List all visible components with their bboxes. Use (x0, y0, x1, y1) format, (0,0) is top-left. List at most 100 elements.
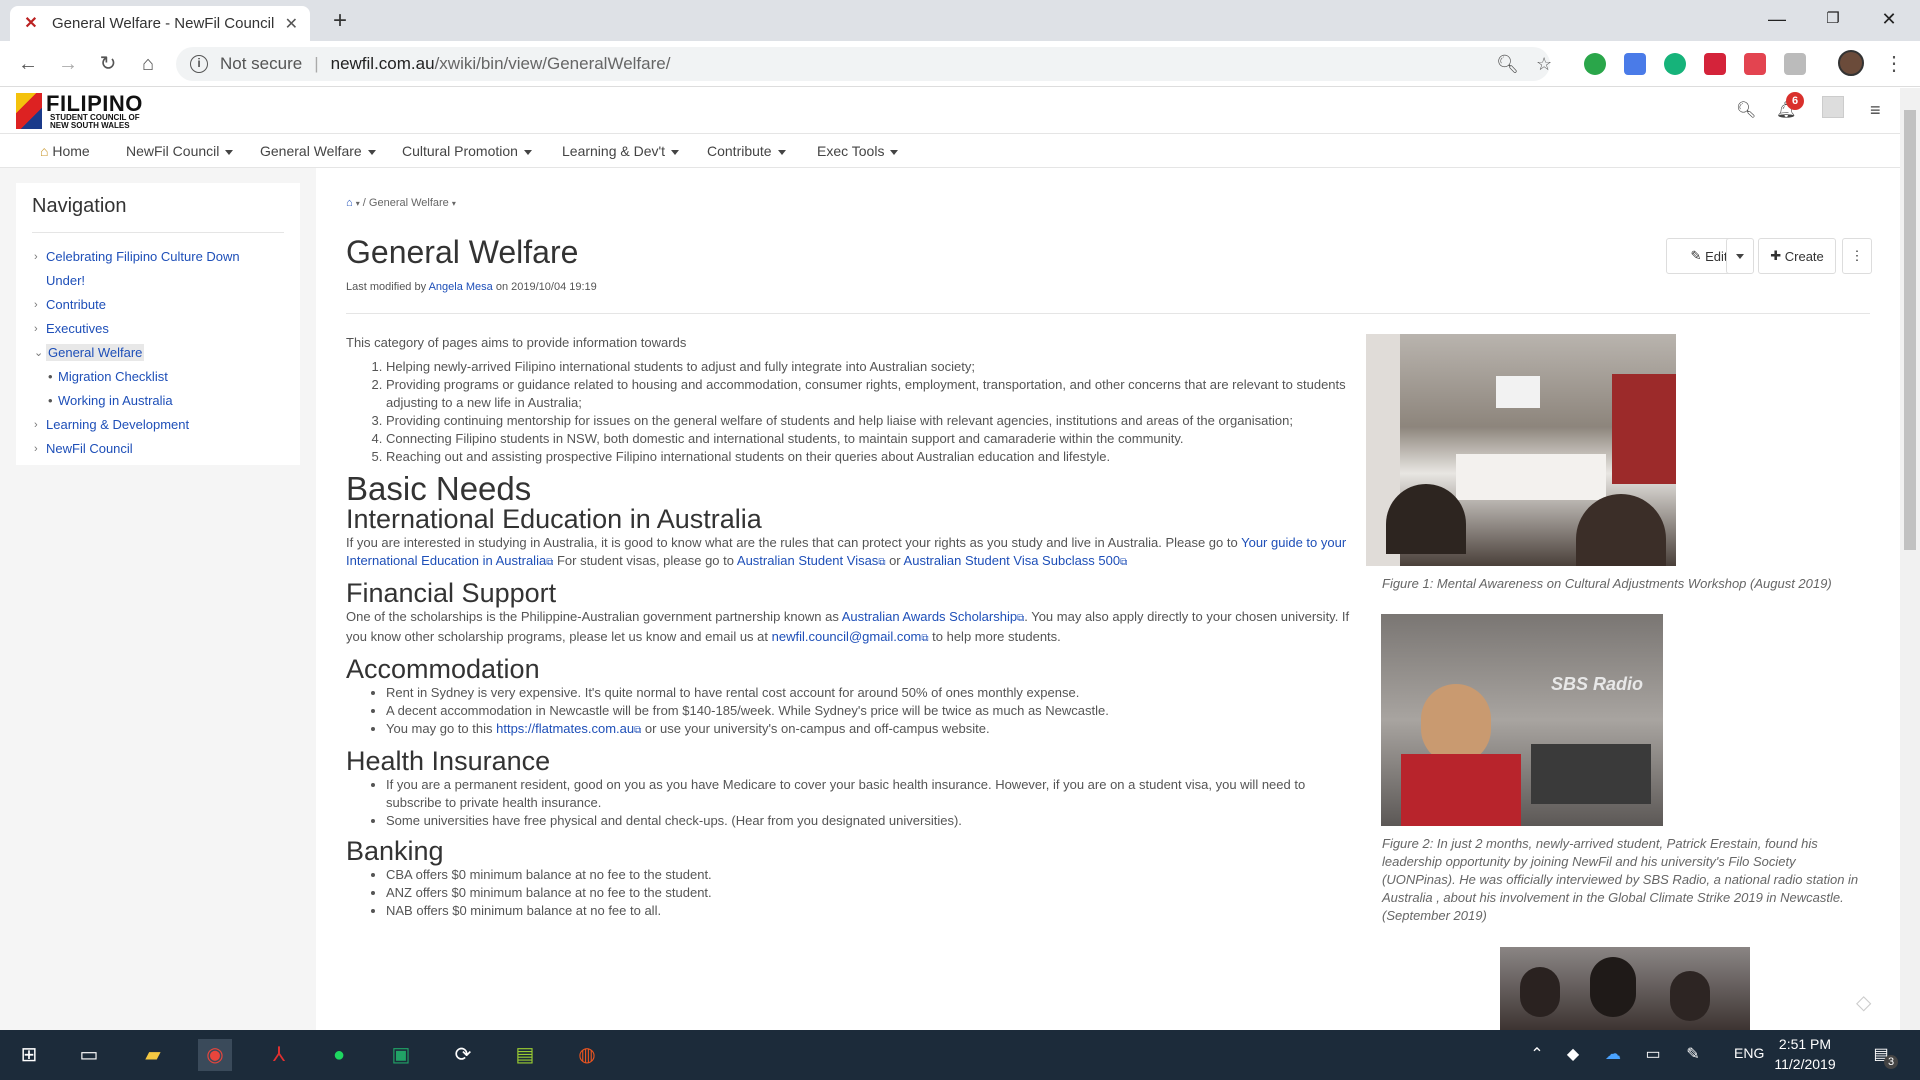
nav-item-celebrating[interactable]: › Celebrating Filipino Culture Down Under! (32, 245, 284, 293)
menu-item-contribute[interactable]: Contribute (707, 143, 786, 159)
nav-item-executives[interactable]: › Executives (32, 317, 284, 341)
zoom-icon[interactable]: 🔍︎ (1496, 54, 1519, 75)
minimize-button[interactable]: — (1754, 4, 1800, 34)
reload-button[interactable]: ↻ (94, 50, 122, 78)
figure-1-image (1366, 334, 1676, 566)
edit-dropdown-button[interactable] (1726, 238, 1754, 274)
heading-basic-needs: Basic Needs (346, 470, 532, 507)
breadcrumb-item[interactable]: General Welfare (369, 197, 449, 209)
plus-extension-icon[interactable] (1744, 53, 1766, 75)
restore-button[interactable]: ❐ (1810, 4, 1856, 34)
external-link-icon: ⧉ (1120, 557, 1128, 568)
more-actions-button[interactable]: ⋮ (1842, 238, 1872, 274)
new-tab-button[interactable]: + (326, 8, 354, 36)
system-clock[interactable]: 2:51 PM 11/2/2019 (1760, 1034, 1850, 1074)
not-secure-label: Not secure (220, 54, 303, 73)
nav-item-working-in-australia[interactable]: • Working in Australia (32, 389, 284, 413)
heading-health-insurance: Health Insurance (346, 746, 551, 776)
author-link[interactable]: Angela Mesa (429, 281, 493, 293)
nav-item-contribute[interactable]: › Contribute (32, 293, 284, 317)
grammarly-extension-icon[interactable] (1664, 53, 1686, 75)
intro-text: This category of pages aims to provide i… (346, 335, 687, 350)
list-item: NAB offers $0 minimum balance at no fee … (386, 902, 1356, 920)
bullet-icon: • (48, 369, 53, 384)
menu-item-learning-dev[interactable]: Learning & Dev't (562, 143, 680, 159)
excel-icon[interactable]: ▣ (384, 1039, 418, 1071)
logo-sub-text: STUDENT COUNCIL OF NEW SOUTH WALES (50, 113, 140, 130)
translate-extension-icon[interactable] (1624, 53, 1646, 75)
close-tab-icon[interactable]: ✕ (285, 14, 298, 34)
red-extension-icon[interactable] (1704, 53, 1726, 75)
nav-item-newfil-council[interactable]: › NewFil Council (32, 437, 284, 461)
chevron-right-icon[interactable]: › (34, 245, 38, 269)
accommodation-list: Rent in Sydney is very expensive. It's q… (386, 684, 1356, 740)
address-bar[interactable]: i Not secure | newfil.com.au/xwiki/bin/v… (176, 47, 1552, 81)
navigation-title: Navigation (32, 195, 284, 233)
back-button[interactable]: ← (14, 50, 42, 78)
info-icon[interactable]: i (190, 55, 208, 73)
acrobat-icon[interactable]: ⅄ (262, 1039, 296, 1071)
windows-taskbar: ⊞ ▭ ▰ ◉ ⅄ ● ▣ ⟳ ▤ ◍ ⌃ ◆ ☁ ▭ ✎ ENG 2:51 P… (0, 1030, 1920, 1080)
home-icon[interactable]: ⌂ (134, 50, 162, 78)
spotify-icon[interactable]: ● (322, 1039, 356, 1071)
windows-start-icon[interactable]: ⊞ (12, 1039, 46, 1071)
flatmates-link[interactable]: https://flatmates.com.au (496, 721, 634, 736)
visa-subclass-link[interactable]: Australian Student Visa Subclass 500 (904, 553, 1121, 568)
task-view-icon[interactable]: ▭ (72, 1039, 106, 1071)
nav-item-migration-checklist[interactable]: • Migration Checklist (32, 365, 284, 389)
list-item: Rent in Sydney is very expensive. It's q… (386, 684, 1356, 702)
breadcrumb: ⌂ ▾ / General Welfare ▾ (346, 197, 456, 209)
list-item: ANZ offers $0 minimum balance at no fee … (386, 884, 1356, 902)
menu-item-general-welfare[interactable]: General Welfare (260, 143, 376, 159)
bookmark-star-icon[interactable]: ☆ (1536, 54, 1552, 75)
onedrive-icon[interactable]: ☁ (1596, 1039, 1630, 1071)
address-separator: | (314, 54, 319, 73)
close-window-button[interactable]: ✕ (1866, 4, 1912, 34)
site-logo[interactable]: FILIPINO STUDENT COUNCIL OF NEW SOUTH WAL… (16, 91, 144, 131)
file-explorer-icon[interactable]: ▰ (136, 1039, 170, 1071)
list-item: Some universities have free physical and… (386, 812, 1356, 830)
financial-paragraph: One of the scholarships is the Philippin… (346, 609, 1350, 644)
user-avatar-icon[interactable] (1822, 96, 1844, 118)
menu-item-home[interactable]: ⌂ Home (40, 143, 90, 159)
search-icon[interactable]: 🔍︎ (1736, 100, 1756, 120)
email-link[interactable]: newfil.council@gmail.com (772, 629, 922, 644)
show-hidden-icons-icon[interactable]: ⌃ (1520, 1039, 1554, 1071)
nav-item-learning-development[interactable]: › Learning & Development (32, 413, 284, 437)
chevron-right-icon[interactable]: › (34, 437, 38, 461)
address-host: newfil.com.au (330, 54, 435, 73)
list-item: Connecting Filipino students in NSW, bot… (386, 430, 1356, 448)
profile-avatar[interactable] (1838, 50, 1864, 76)
browser-menu-icon[interactable]: ⋮ (1884, 51, 1904, 76)
chevron-right-icon[interactable]: › (34, 413, 38, 437)
figure-2-sign-text: SBS Radio (1551, 674, 1644, 694)
hamburger-menu-icon[interactable]: ≡ (1870, 100, 1881, 121)
forward-button[interactable]: → (54, 50, 82, 78)
pen-icon[interactable]: ✎ (1676, 1039, 1710, 1071)
chevron-down-icon[interactable]: ⌄ (34, 341, 43, 365)
external-link-icon: ⧉ (634, 725, 642, 736)
chevron-right-icon[interactable]: › (34, 293, 38, 317)
ubuntu-icon[interactable]: ◍ (570, 1039, 604, 1071)
evernote-extension-icon[interactable] (1584, 53, 1606, 75)
sync-app-icon[interactable]: ⟳ (446, 1039, 480, 1071)
grey-extension-icon[interactable] (1784, 53, 1806, 75)
battery-icon[interactable]: ▭ (1636, 1039, 1670, 1071)
spreadsheet-app-icon[interactable]: ▤ (508, 1039, 542, 1071)
site-favicon-icon: ✕ (24, 14, 38, 32)
home-icon[interactable]: ⌂ (346, 197, 353, 209)
chevron-right-icon[interactable]: › (34, 317, 38, 341)
awards-scholarship-link[interactable]: Australian Awards Scholarship (842, 609, 1017, 624)
menu-item-newfil-council[interactable]: NewFil Council (126, 143, 234, 159)
site-header: FILIPINO STUDENT COUNCIL OF NEW SOUTH WAL… (0, 88, 1900, 134)
dropbox-icon[interactable]: ◆ (1556, 1039, 1590, 1071)
menu-item-cultural-promotion[interactable]: Cultural Promotion (402, 143, 532, 159)
student-visas-link[interactable]: Australian Student Visas (737, 553, 878, 568)
scrollbar-thumb[interactable] (1904, 110, 1916, 550)
chrome-icon[interactable]: ◉ (198, 1039, 232, 1071)
menu-item-exec-tools[interactable]: Exec Tools (817, 143, 899, 159)
edit-diamond-icon[interactable]: ◇ (1856, 990, 1871, 1015)
browser-tab[interactable]: ✕ General Welfare - NewFil Council ✕ (10, 6, 310, 41)
nav-item-general-welfare[interactable]: ⌄ General Welfare (32, 341, 284, 365)
create-button[interactable]: ✚ Create (1758, 238, 1836, 274)
